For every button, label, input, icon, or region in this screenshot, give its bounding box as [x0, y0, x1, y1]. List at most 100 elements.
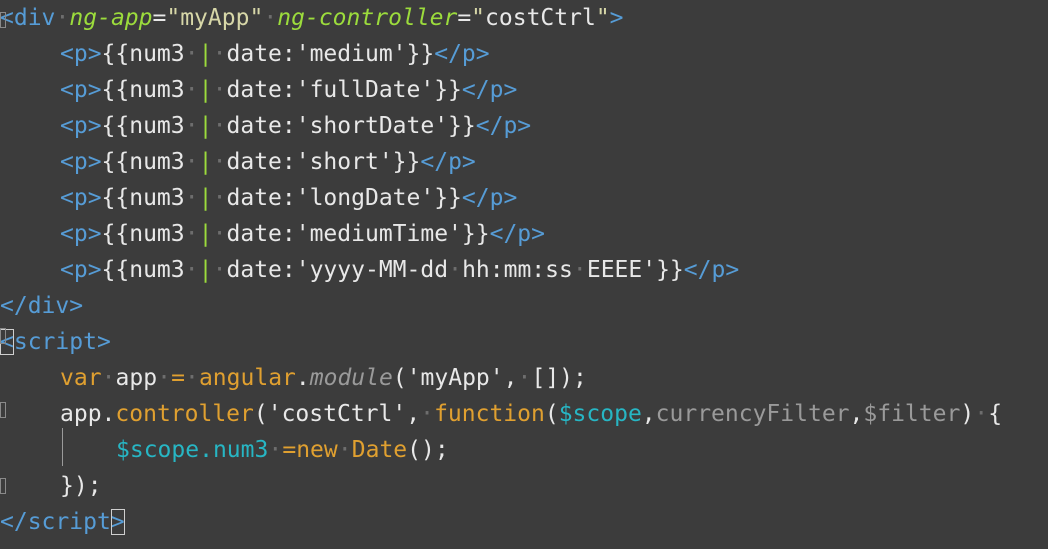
code-token: {{num3	[101, 41, 185, 67]
code-token: date:'yyyy-MM-dd	[226, 257, 449, 283]
code-token: <p>	[60, 221, 102, 247]
code-token: "	[471, 5, 486, 31]
code-token: {{num3	[101, 257, 185, 283]
code-token: date:'shortDate'}}	[226, 113, 476, 139]
code-token: </p>	[420, 149, 476, 175]
code-token: <	[0, 509, 14, 535]
code-token: date:'longDate'}}	[226, 185, 462, 211]
whitespace-dot: ·	[101, 365, 116, 391]
whitespace-dot: ·	[212, 41, 227, 67]
fold-marker-icon[interactable]	[0, 12, 6, 28]
whitespace-dot: ·	[448, 257, 462, 283]
whitespace-dot: ·	[184, 77, 199, 103]
code-line: <p>{{num3·|·date:'mediumTime'}}</p>	[60, 216, 545, 252]
code-token: date:'mediumTime'}}	[226, 221, 490, 247]
code-token: []);	[531, 365, 587, 391]
code-token: "	[595, 5, 610, 31]
fold-marker-icon[interactable]	[0, 478, 6, 494]
code-token: angular	[198, 365, 296, 391]
code-token: date:'fullDate'}}	[226, 77, 462, 103]
whitespace-dot: ·	[212, 77, 227, 103]
whitespace-dot: ·	[420, 401, 434, 427]
whitespace-dot: ·	[212, 257, 227, 283]
whitespace-dot: ·	[185, 365, 199, 391]
whitespace-dot: ·	[263, 5, 278, 31]
code-token: ('myApp',	[392, 365, 518, 391]
whitespace-dot: ·	[184, 113, 199, 139]
code-token: {{num3	[101, 113, 185, 139]
code-token: Date	[351, 437, 408, 463]
code-token: <p>	[60, 77, 102, 103]
code-token: script>	[13, 329, 111, 355]
code-token: hh:mm:ss	[462, 257, 573, 283]
code-line: });	[60, 468, 102, 504]
code-token: {{num3	[101, 221, 185, 247]
code-token: {{num3	[101, 185, 185, 211]
code-token: |	[198, 41, 213, 67]
code-line: $scope.num3·=new·Date();	[116, 432, 449, 468]
code-token: <p>	[60, 149, 102, 175]
code-token: ng-app	[69, 5, 153, 31]
code-token: module	[309, 365, 393, 391]
code-token: $scope	[558, 401, 642, 427]
fold-marker-icon[interactable]	[0, 402, 6, 418]
code-token: </p>	[683, 257, 740, 283]
code-line: <p>{{num3·|·date:'shortDate'}}</p>	[60, 108, 531, 144]
code-line: <div·ng-app="myApp"·ng-controller="costC…	[0, 0, 624, 36]
whitespace-dot: ·	[212, 185, 227, 211]
code-token: /script	[13, 509, 111, 535]
code-token: $filter	[863, 401, 961, 427]
code-token: date:'short'}}	[226, 149, 421, 175]
code-editor[interactable]: <div·ng-app="myApp"·ng-controller="costC…	[0, 0, 1048, 549]
code-token: new	[296, 437, 338, 463]
code-token: <p>	[60, 185, 102, 211]
code-token: date:'medium'}}	[226, 41, 435, 67]
whitespace-dot: ·	[184, 41, 199, 67]
code-token: currencyFilter	[655, 401, 850, 427]
code-token: ();	[407, 437, 449, 463]
fold-marker-icon[interactable]	[0, 328, 6, 344]
code-token: </p>	[461, 185, 518, 211]
code-token: =	[282, 437, 297, 463]
code-token: <p>	[60, 113, 102, 139]
code-line: </div>	[0, 288, 83, 324]
code-token: app	[60, 401, 102, 427]
code-token: .num3	[199, 437, 269, 463]
code-line: <p>{{num3·|·date:'yyyy-MM-dd·hh:mm:ss·EE…	[60, 252, 739, 288]
whitespace-dot: ·	[337, 437, 352, 463]
code-token: "myApp"	[166, 5, 264, 31]
whitespace-dot: ·	[572, 257, 587, 283]
code-token: )	[960, 401, 975, 427]
code-line: <p>{{num3·|·date:'longDate'}}</p>	[60, 180, 517, 216]
code-token: ,	[849, 401, 864, 427]
whitespace-dot: ·	[184, 149, 199, 175]
whitespace-dot: ·	[157, 365, 172, 391]
code-line: var·app·=·angular.module('myApp',·[]);	[60, 360, 587, 396]
code-token: |	[198, 185, 213, 211]
code-token: <p>	[60, 257, 102, 283]
code-token: EEEE'}}	[586, 257, 684, 283]
code-token: .	[295, 365, 310, 391]
code-token: function	[434, 401, 545, 427]
code-token: |	[198, 221, 213, 247]
code-line: </script>	[0, 504, 125, 540]
code-token: <	[0, 293, 14, 319]
code-token: .	[101, 401, 116, 427]
whitespace-dot: ·	[184, 185, 199, 211]
code-token: =	[171, 365, 185, 391]
code-token: controller	[115, 401, 254, 427]
whitespace-dot: ·	[268, 437, 283, 463]
whitespace-dot: ·	[517, 365, 532, 391]
code-token: |	[198, 77, 213, 103]
code-token: costCtrl	[485, 5, 596, 31]
code-line: <script>	[0, 324, 111, 360]
code-token: |	[198, 257, 213, 283]
whitespace-dot: ·	[184, 257, 199, 283]
code-token: </p>	[475, 113, 532, 139]
code-token: |	[198, 149, 213, 175]
code-token: div	[13, 5, 56, 31]
code-token: {	[988, 401, 1003, 427]
code-token: ng-controller	[277, 5, 458, 31]
code-token: });	[60, 473, 102, 499]
code-line: <p>{{num3·|·date:'short'}}</p>	[60, 144, 476, 180]
